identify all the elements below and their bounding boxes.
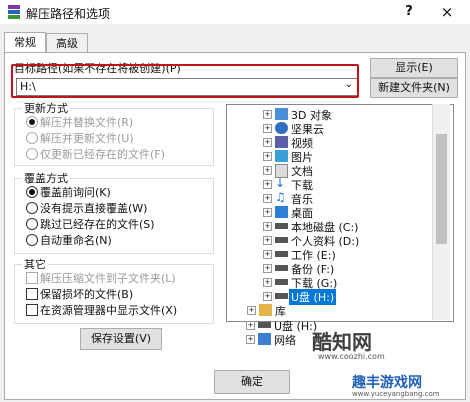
- scrollbar-thumb[interactable]: [436, 134, 447, 244]
- expand-icon[interactable]: +: [263, 194, 272, 203]
- label-extract-update: 解压并更新文件(U): [40, 132, 134, 145]
- expand-icon[interactable]: +: [263, 222, 272, 231]
- tree-item[interactable]: + 库: [227, 303, 427, 318]
- video-folder-icon: [275, 136, 288, 148]
- checkbox-show-in-explorer[interactable]: [26, 304, 38, 316]
- expand-icon[interactable]: +: [246, 321, 255, 330]
- watermark-site: www.coozhi.com: [318, 352, 385, 361]
- expand-icon[interactable]: +: [263, 236, 272, 245]
- checkbox-extract-to-subfolder[interactable]: [26, 272, 38, 284]
- tree-item[interactable]: + 文档: [227, 163, 427, 178]
- checkbox-keep-broken-files[interactable]: [26, 288, 38, 300]
- network-icon: [258, 333, 271, 345]
- tree-item[interactable]: + 工作 (E:): [227, 247, 427, 262]
- expand-icon[interactable]: +: [263, 250, 272, 259]
- tree-item[interactable]: + 坚果云: [227, 121, 427, 136]
- expand-icon[interactable]: +: [247, 306, 256, 315]
- radio-ask-before-overwrite[interactable]: [26, 186, 38, 198]
- music-folder-icon: ♫: [275, 190, 286, 204]
- radio-extract-replace[interactable]: [26, 116, 38, 128]
- tree-item[interactable]: + ♫ 音乐: [227, 190, 427, 206]
- show-button[interactable]: 显示(E): [370, 58, 458, 78]
- expand-icon[interactable]: +: [246, 335, 255, 344]
- expand-icon[interactable]: +: [263, 124, 272, 133]
- tree-item[interactable]: + ↓ 下载: [227, 176, 427, 192]
- title-bar: 解压路径和选项 ? ×: [0, 0, 470, 24]
- tree-item[interactable]: + 个人资料 (D:): [227, 233, 427, 248]
- expand-icon[interactable]: +: [263, 138, 272, 147]
- tree-item[interactable]: + 备份 (F:): [227, 261, 427, 276]
- desktop-folder-icon: [275, 206, 288, 218]
- watermark-brand-2: 趣丰游戏网: [352, 375, 422, 391]
- 3d-objects-icon: [275, 108, 288, 120]
- expand-icon[interactable]: +: [263, 292, 272, 301]
- expand-icon[interactable]: +: [263, 278, 272, 287]
- expand-icon[interactable]: +: [263, 180, 272, 189]
- tree-item[interactable]: + 3D 对象: [227, 107, 427, 122]
- downloads-folder-icon: ↓: [275, 176, 286, 190]
- drive-icon: [275, 223, 288, 229]
- label-extract-to-subfolder: 解压压缩文件到子文件夹(L): [40, 272, 176, 285]
- expand-icon[interactable]: +: [263, 264, 272, 273]
- label-skip-existing: 跳过已经存在的文件(S): [40, 218, 155, 231]
- radio-overwrite-without-prompt[interactable]: [26, 202, 38, 214]
- tree-item-selected[interactable]: + U盘 (H:): [227, 289, 427, 305]
- drive-icon: [275, 279, 288, 285]
- expand-icon[interactable]: +: [263, 166, 272, 175]
- drive-icon: [275, 265, 288, 271]
- label-update-existing: 仅更新已经存在的文件(F): [40, 148, 165, 161]
- tree-item[interactable]: + 本地磁盘 (C:): [227, 219, 427, 234]
- drive-icon: [275, 251, 288, 257]
- label-overwrite-without-prompt: 没有提示直接覆盖(W): [40, 202, 148, 215]
- tab-general[interactable]: 常规: [4, 32, 46, 54]
- expand-icon[interactable]: +: [263, 152, 272, 161]
- winrar-app-icon: [8, 5, 20, 19]
- close-button[interactable]: ×: [436, 2, 458, 22]
- new-folder-button[interactable]: 新建文件夹(N): [370, 78, 458, 98]
- pictures-folder-icon: [275, 150, 288, 162]
- expand-icon[interactable]: +: [263, 110, 272, 119]
- tab-advanced[interactable]: 高级: [46, 33, 88, 54]
- tree-item[interactable]: + 视频: [227, 135, 427, 150]
- tree-scrollbar[interactable]: [432, 104, 450, 320]
- label-keep-broken-files: 保留损坏的文件(B): [40, 288, 134, 301]
- usb-drive-icon: [275, 293, 288, 299]
- usb-drive-icon: [258, 322, 271, 328]
- watermark-brand: 酷知网: [312, 330, 372, 354]
- label-show-in-explorer: 在资源管理器中显示文件(X): [40, 304, 178, 317]
- help-button[interactable]: ?: [398, 2, 420, 22]
- label-ask-before-overwrite: 覆盖前询问(K): [40, 186, 111, 199]
- ok-button[interactable]: 确定: [214, 370, 290, 394]
- tree-item[interactable]: + 图片: [227, 149, 427, 164]
- save-settings-button[interactable]: 保存设置(V): [80, 328, 162, 350]
- radio-update-existing[interactable]: [26, 148, 38, 160]
- watermark-site-2: www.yuceyangbang.com: [352, 390, 440, 398]
- radio-skip-existing[interactable]: [26, 218, 38, 230]
- highlight-frame: [11, 64, 359, 98]
- drive-icon: [275, 237, 288, 243]
- radio-extract-update[interactable]: [26, 132, 38, 144]
- library-icon: [259, 304, 272, 316]
- expand-icon[interactable]: +: [263, 208, 272, 217]
- label-extract-replace: 解压并替换文件(R): [40, 116, 134, 129]
- label-auto-rename: 自动重命名(N): [40, 234, 112, 247]
- radio-auto-rename[interactable]: [26, 234, 38, 246]
- tree-item[interactable]: + 下载 (G:): [227, 275, 427, 290]
- tree-item[interactable]: + 桌面: [227, 205, 427, 220]
- folder-tree[interactable]: + 3D 对象 + 坚果云 + 视频 + 图片 + 文档 + ↓ 下载 + ♫ …: [226, 104, 454, 322]
- window-title: 解压路径和选项: [26, 7, 111, 21]
- cloud-folder-icon: [275, 122, 288, 134]
